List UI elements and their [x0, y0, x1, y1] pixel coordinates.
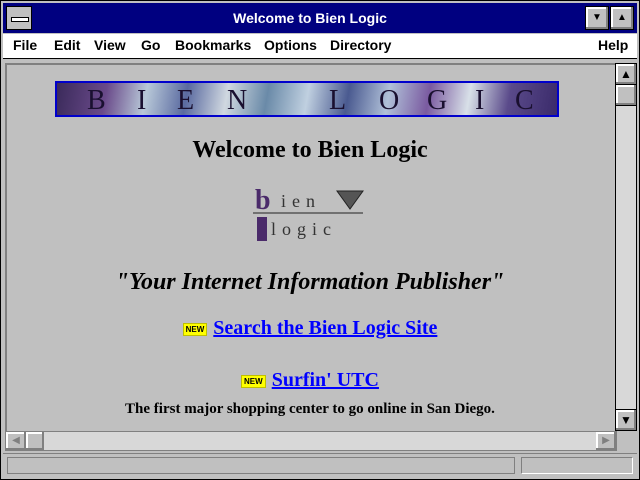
window-title: Welcome to Bien Logic [233, 10, 387, 26]
scroll-right-icon[interactable]: ▶ [596, 432, 616, 450]
minimize-icon[interactable]: ▼ [585, 6, 609, 30]
banner-letter: C [515, 85, 534, 116]
banner-letter: B [87, 85, 106, 116]
new-badge: NEW [241, 374, 266, 388]
tagline: "Your Internet Information Publisher" [115, 269, 505, 295]
maximize-icon[interactable]: ▲ [610, 6, 634, 30]
menu-bar: File Edit View Go Bookmarks Options Dire… [3, 34, 637, 59]
bien-logic-logo: b ien logic [251, 185, 371, 245]
svg-text:b: b [255, 185, 271, 216]
status-progress-box [521, 457, 633, 474]
menu-file[interactable]: File [13, 37, 37, 53]
link-row-search: NEW Search the Bien Logic Site [7, 317, 613, 340]
banner-letter: O [379, 85, 400, 116]
svg-text:logic: logic [271, 219, 337, 239]
title-bar[interactable]: Welcome to Bien Logic ▼ ▲ [3, 3, 637, 33]
banner-letter: N [227, 85, 248, 116]
svg-text:ien: ien [281, 191, 321, 211]
menu-bookmarks[interactable]: Bookmarks [175, 37, 251, 53]
banner-letter: I [137, 85, 147, 116]
link-row-surfin: NEW Surfin' UTC [7, 369, 613, 392]
menu-options[interactable]: Options [264, 37, 317, 53]
horizontal-scroll-thumb[interactable] [26, 432, 44, 450]
menu-directory[interactable]: Directory [330, 37, 391, 53]
browser-window: Welcome to Bien Logic ▼ ▲ File Edit View… [0, 0, 640, 480]
surfin-utc-description: The first major shopping center to go on… [125, 401, 495, 417]
banner-letter: L [329, 85, 347, 116]
surfin-utc-link[interactable]: Surfin' UTC [272, 369, 379, 391]
scroll-down-icon[interactable]: ▼ [615, 409, 637, 431]
banner-letter: E [177, 85, 195, 116]
page-title: Welcome to Bien Logic [192, 137, 428, 163]
status-text [7, 457, 515, 474]
vertical-scroll-thumb[interactable] [616, 85, 636, 106]
system-menu-icon[interactable] [6, 6, 32, 30]
menu-edit[interactable]: Edit [54, 37, 80, 53]
scroll-up-icon[interactable]: ▲ [615, 63, 637, 85]
page-content: B I E N L O G I C Welcome to Bien Logic … [5, 63, 615, 431]
banner-image: B I E N L O G I C [55, 81, 559, 117]
search-site-link[interactable]: Search the Bien Logic Site [213, 317, 437, 339]
horizontal-scrollbar[interactable]: ◀ ▶ [5, 431, 617, 451]
scrollbar-corner [617, 431, 637, 451]
menu-view[interactable]: View [94, 37, 126, 53]
banner-letter: G [427, 85, 448, 116]
menu-help[interactable]: Help [598, 37, 628, 53]
vertical-scrollbar[interactable]: ▲ ▼ [615, 63, 637, 431]
vertical-scroll-track[interactable] [615, 85, 637, 409]
new-badge: NEW [182, 322, 208, 336]
status-bar [3, 453, 637, 478]
banner-letter: I [475, 85, 485, 116]
scroll-left-icon[interactable]: ◀ [6, 432, 26, 450]
menu-go[interactable]: Go [141, 37, 160, 53]
